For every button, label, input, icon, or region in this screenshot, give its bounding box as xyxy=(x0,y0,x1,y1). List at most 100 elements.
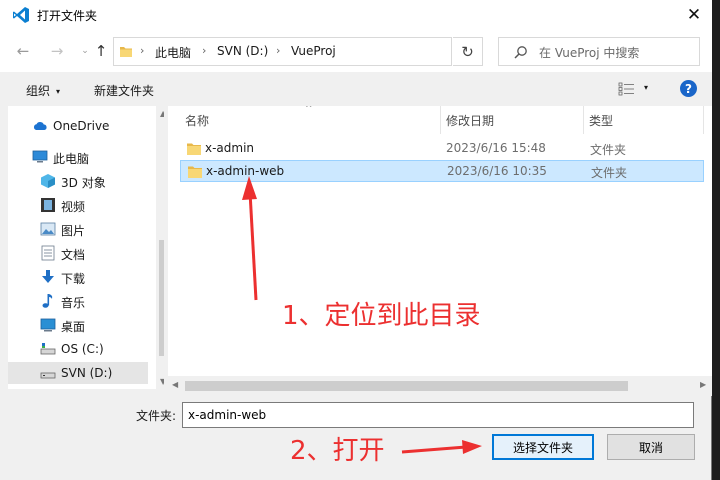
sidebar-item-label: 下载 xyxy=(61,272,86,286)
file-row-selected[interactable]: x-admin-web 2023/6/16 10:35 文件夹 xyxy=(180,160,704,182)
command-bar: 组织 ▾ 新建文件夹 ▾ ? xyxy=(0,72,712,106)
sidebar-item-label: SVN (D:) xyxy=(61,366,113,380)
sidebar-item-label: 此电脑 xyxy=(53,152,90,166)
background-editor-edge xyxy=(712,0,720,480)
search-icon xyxy=(514,46,527,59)
scrollbar-thumb[interactable] xyxy=(159,240,164,356)
change-view-button[interactable]: ▾ xyxy=(618,82,648,99)
help-icon: ? xyxy=(685,81,692,96)
sidebar-item-downloads[interactable]: 下载 xyxy=(8,266,146,288)
address-bar[interactable]: › 此电脑 › SVN (D:) › VueProj ⌄ xyxy=(113,37,549,66)
arrow-up-icon: ↑ xyxy=(94,42,108,60)
column-divider[interactable] xyxy=(583,106,584,134)
close-icon: ✕ xyxy=(686,5,702,25)
sidebar-item-pictures[interactable]: 图片 xyxy=(8,218,146,240)
help-button[interactable]: ? xyxy=(680,80,697,97)
caret-down-icon: ▾ xyxy=(56,87,61,96)
sidebar-item-3d-objects[interactable]: 3D 对象 xyxy=(8,170,146,192)
file-date: 2023/6/16 10:35 xyxy=(447,164,547,178)
drive-d-icon xyxy=(40,372,56,379)
folder-name-input[interactable] xyxy=(182,402,694,428)
open-folder-dialog: 打开文件夹 ✕ ← → ⌄ ↑ › 此电脑 › SVN (D:) › VuePr… xyxy=(0,0,712,480)
breadcrumb-svn-drive[interactable]: SVN (D:) xyxy=(217,44,268,58)
organize-label: 组织 xyxy=(26,84,51,98)
sidebar-item-label: OneDrive xyxy=(53,119,110,133)
computer-icon xyxy=(32,150,48,163)
desktop-icon xyxy=(40,318,56,332)
refresh-icon: ↻ xyxy=(461,42,474,61)
column-date-modified[interactable]: 修改日期 xyxy=(446,112,494,129)
caret-down-icon: ▾ xyxy=(644,83,649,92)
downloads-icon xyxy=(42,270,54,283)
chevron-down-icon: ⌄ xyxy=(81,46,89,56)
scroll-up-icon[interactable]: ▲ xyxy=(160,109,164,118)
file-list-pane: ^ 名称 修改日期 类型 x-admin 2023/6/16 15:48 文件夹… xyxy=(168,106,712,396)
close-button[interactable]: ✕ xyxy=(676,0,712,30)
scroll-down-icon[interactable]: ▼ xyxy=(160,377,164,386)
3d-objects-icon xyxy=(41,174,55,188)
music-icon xyxy=(42,294,53,308)
sidebar-item-documents[interactable]: 文档 xyxy=(8,242,146,264)
sidebar-item-label: 音乐 xyxy=(61,296,86,310)
vscode-icon xyxy=(13,7,29,23)
title-bar: 打开文件夹 ✕ xyxy=(0,0,712,30)
file-type: 文件夹 xyxy=(591,166,628,180)
sidebar-item-label: 视频 xyxy=(61,200,86,214)
breadcrumb-this-pc[interactable]: 此电脑 xyxy=(155,44,191,61)
scroll-right-icon[interactable]: ▶ xyxy=(700,380,706,389)
column-divider[interactable] xyxy=(440,106,441,134)
sort-ascending-icon: ^ xyxy=(305,106,313,114)
new-folder-button[interactable]: 新建文件夹 xyxy=(94,82,154,99)
sidebar-item-label: 图片 xyxy=(61,224,86,238)
pictures-icon xyxy=(40,222,56,236)
sidebar-item-label: 文档 xyxy=(61,248,86,262)
scroll-left-icon[interactable]: ◀ xyxy=(172,380,178,389)
annotation-step-1: 1、定位到此目录 xyxy=(282,301,481,331)
sidebar-item-onedrive[interactable]: OneDrive xyxy=(8,115,146,137)
window-title: 打开文件夹 xyxy=(37,9,98,23)
search-placeholder: 在 VueProj 中搜索 xyxy=(539,46,640,60)
onedrive-icon xyxy=(33,121,47,130)
horizontal-scrollbar[interactable]: ◀ ▶ xyxy=(168,376,712,396)
scrollbar-thumb[interactable] xyxy=(185,381,628,391)
column-type[interactable]: 类型 xyxy=(589,112,613,129)
sidebar-item-desktop[interactable]: 桌面 xyxy=(8,314,146,336)
column-name[interactable]: 名称 xyxy=(185,112,209,129)
drive-c-icon xyxy=(40,343,56,355)
breadcrumb-vueproj[interactable]: VueProj xyxy=(291,44,336,58)
arrow-left-icon: ← xyxy=(16,42,30,60)
file-date: 2023/6/16 15:48 xyxy=(446,141,546,155)
file-row[interactable]: x-admin 2023/6/16 15:48 文件夹 xyxy=(180,138,704,160)
sidebar-item-this-pc[interactable]: 此电脑 xyxy=(8,146,146,168)
organize-button[interactable]: 组织 ▾ xyxy=(26,82,60,99)
sidebar-item-videos[interactable]: 视频 xyxy=(8,194,146,216)
sidebar-item-os-c[interactable]: OS (C:) xyxy=(8,338,146,360)
file-name: x-admin xyxy=(205,141,255,155)
cancel-button[interactable]: 取消 xyxy=(607,434,695,460)
navigation-pane: OneDrive 此电脑 3D 对象 视频 图片 文档 下载 音乐 桌面 OS … xyxy=(8,106,164,389)
up-button[interactable]: ↑ xyxy=(92,42,110,60)
sidebar-item-music[interactable]: 音乐 xyxy=(8,290,146,312)
folder-field-label: 文件夹: xyxy=(136,409,177,423)
navigation-bar: ← → ⌄ ↑ › 此电脑 › SVN (D:) › VueProj ⌄ ↻ xyxy=(0,30,712,72)
forward-button[interactable]: → xyxy=(48,42,66,60)
folder-icon xyxy=(120,47,132,57)
sidebar-item-label: OS (C:) xyxy=(61,342,104,356)
video-icon xyxy=(41,198,55,212)
file-type: 文件夹 xyxy=(590,143,627,157)
sidebar-item-label: 桌面 xyxy=(61,320,86,334)
annotation-step-2: 2、打开 xyxy=(290,436,385,466)
refresh-button[interactable]: ↻ xyxy=(453,37,483,66)
column-divider[interactable] xyxy=(703,106,704,134)
file-name: x-admin-web xyxy=(206,164,285,178)
search-box[interactable]: 在 VueProj 中搜索 xyxy=(498,37,700,66)
column-header: ^ 名称 修改日期 类型 xyxy=(168,106,712,134)
list-view-icon xyxy=(618,82,634,96)
breadcrumb-separator: › xyxy=(276,44,281,57)
navigation-pane-scrollbar[interactable]: ▲ ▼ xyxy=(156,106,164,389)
sidebar-item-svn-d[interactable]: SVN (D:) xyxy=(8,362,148,384)
back-button[interactable]: ← xyxy=(14,42,32,60)
select-folder-button[interactable]: 选择文件夹 xyxy=(492,434,594,460)
arrow-right-icon: → xyxy=(50,42,64,60)
documents-icon xyxy=(41,245,55,261)
